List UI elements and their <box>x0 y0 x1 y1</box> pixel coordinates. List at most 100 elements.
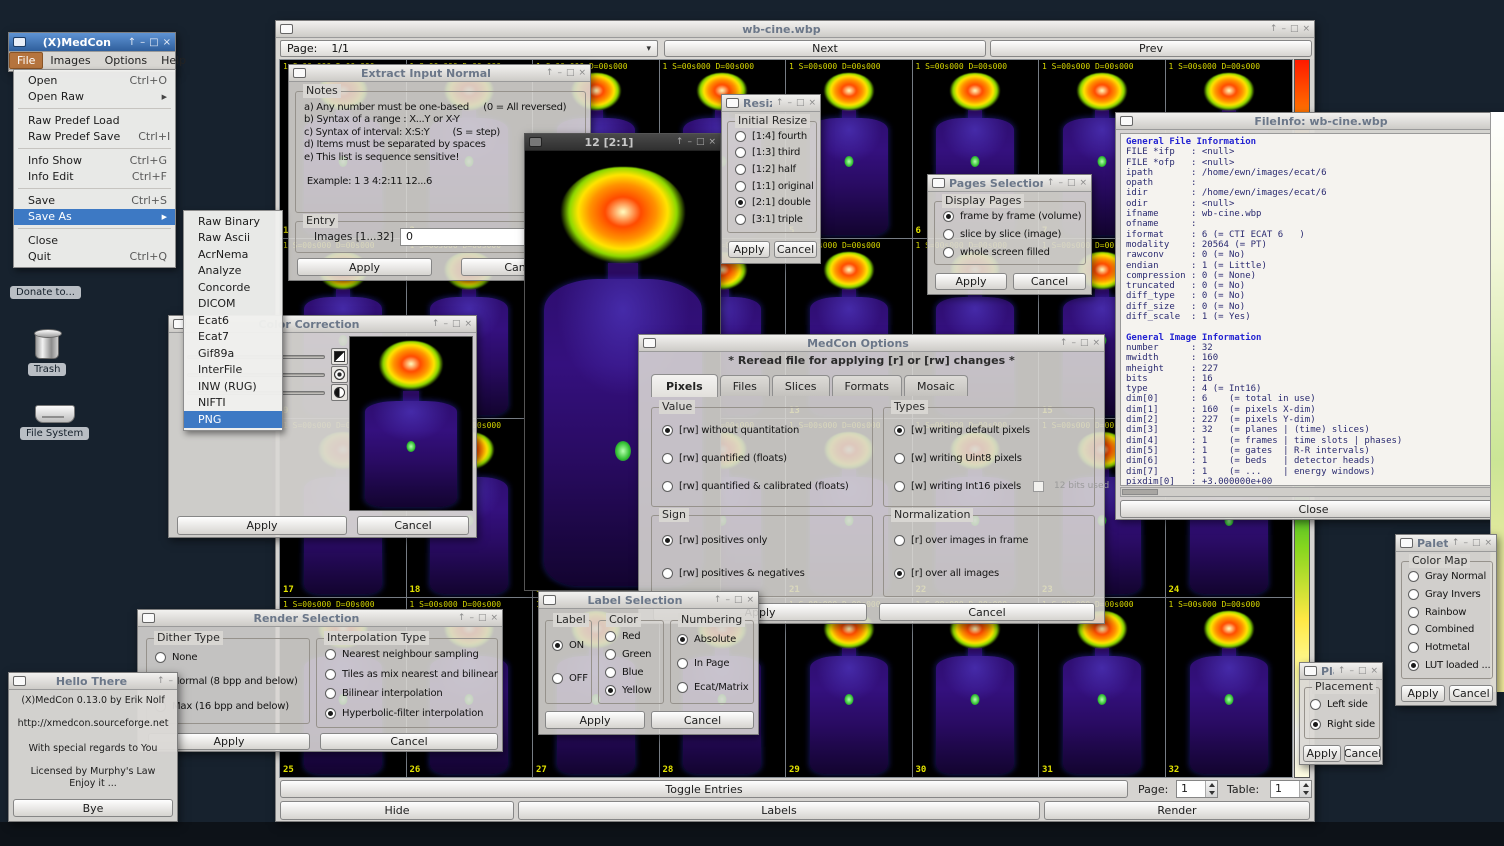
tab-formats[interactable]: Formats <box>832 375 903 396</box>
grid-cell-29[interactable]: 1 S=00s000 D=00s00029 <box>786 598 913 777</box>
close-icon[interactable]: × <box>1092 338 1100 348</box>
hello-titlebar[interactable]: Hello There ↑– <box>9 673 177 690</box>
radio-dot-icon[interactable] <box>662 568 673 579</box>
contrast-icon-button[interactable] <box>331 384 348 401</box>
radio-dot-icon[interactable] <box>552 640 563 651</box>
menu-item-png[interactable]: PNG <box>184 411 282 428</box>
maximize-icon[interactable]: □ <box>149 37 158 48</box>
pages-titlebar[interactable]: Pages Selection ↑–□× <box>928 175 1091 192</box>
radio-bilinear-interpolation[interactable]: Bilinear interpolation <box>325 688 496 699</box>
radio-dot-icon[interactable] <box>325 688 336 699</box>
radio-dot-icon[interactable] <box>677 658 688 669</box>
label-selection-titlebar[interactable]: Label Selection ↑–□× <box>539 592 758 609</box>
next-button[interactable]: Next <box>664 40 986 57</box>
radio-r-over-all-images[interactable]: [r] over all images <box>894 568 1090 579</box>
brightness-icon-button[interactable] <box>331 366 348 383</box>
radio-dot-icon[interactable] <box>325 649 336 660</box>
radio-dot-icon[interactable] <box>662 535 673 546</box>
radio-w-writing-int16-pixels[interactable]: [w] writing Int16 pixels12 bits used <box>894 481 1092 492</box>
radio-dot-icon[interactable] <box>894 535 905 546</box>
grid-cell-30[interactable]: 1 S=00s000 D=00s00030 <box>913 598 1040 777</box>
bye-button[interactable]: Bye <box>13 799 173 817</box>
page-spinner[interactable]: 1 <box>1176 780 1218 798</box>
radio-dot-icon[interactable] <box>1408 589 1419 600</box>
radio-dot-icon[interactable] <box>325 669 336 680</box>
close-icon[interactable]: × <box>708 137 716 147</box>
radio-dot-icon[interactable] <box>605 649 616 660</box>
prev-button[interactable]: Prev <box>990 40 1312 57</box>
radio-dot-icon[interactable] <box>943 229 954 240</box>
table-spinner-value[interactable]: 1 <box>1271 781 1299 797</box>
maximize-icon[interactable]: □ <box>1290 24 1299 34</box>
radio-dot-icon[interactable] <box>552 673 563 684</box>
radio-1-4-fourth[interactable]: [1:4] fourth <box>735 131 813 142</box>
radio-dot-icon[interactable] <box>735 164 746 175</box>
radio-yellow[interactable]: Yellow <box>605 685 661 696</box>
menu-item-raw-binary[interactable]: Raw Binary <box>184 213 282 230</box>
menu-item-acrnema[interactable]: AcrNema <box>184 246 282 263</box>
horizontal-scrollbar[interactable] <box>1120 487 1504 497</box>
window-buttons[interactable]: ↑–□× <box>432 319 472 329</box>
menu-item-raw-predef-load[interactable]: Raw Predef Load <box>14 112 175 129</box>
scrollbar-thumb[interactable] <box>1122 489 1158 495</box>
radio-3-1-triple[interactable]: [3:1] triple <box>735 214 813 225</box>
apply-button[interactable]: Apply <box>545 711 645 729</box>
close-icon[interactable]: × <box>163 37 171 48</box>
extract-titlebar[interactable]: Extract Input Normal ↑–□× <box>289 65 590 82</box>
window-buttons[interactable]: ↑–□× <box>546 68 586 78</box>
palette-titlebar[interactable]: Palette ↑–□× <box>1396 535 1496 552</box>
grid-cell-32[interactable]: 1 S=00s000 D=00s00032 <box>1166 598 1293 777</box>
apply-button[interactable]: Apply <box>177 516 347 535</box>
desktop-icon-filesystem[interactable]: File System <box>20 405 89 440</box>
radio-lut-loaded[interactable]: LUT loaded ... <box>1408 660 1491 671</box>
menu-item-open[interactable]: OpenCtrl+O <box>14 72 175 89</box>
menu-item-ecat6[interactable]: Ecat6 <box>184 312 282 329</box>
close-icon[interactable]: × <box>1484 538 1492 548</box>
close-icon[interactable]: × <box>1370 666 1378 676</box>
minimize-icon[interactable]: – <box>140 37 145 48</box>
checkbox-12-bits-used[interactable] <box>1033 481 1044 492</box>
radio-dot-icon[interactable] <box>662 453 673 464</box>
menu-item-analyze[interactable]: Analyze <box>184 263 282 280</box>
tab-files[interactable]: Files <box>720 375 770 396</box>
radio-on[interactable]: ON <box>552 640 589 651</box>
close-icon[interactable]: × <box>464 319 472 329</box>
menu-item-dicom[interactable]: DICOM <box>184 296 282 313</box>
radio-1-1-original[interactable]: [1:1] original <box>735 181 813 192</box>
radio-none[interactable]: None <box>155 652 307 663</box>
menubar-item-images[interactable]: Images <box>43 53 97 68</box>
single-image-titlebar[interactable]: 12 [2:1] ↑–□× <box>525 134 720 151</box>
fileinfo-titlebar[interactable]: FileInfo: wb-cine.wbp <box>1116 113 1504 130</box>
menubar-item-help[interactable]: Help <box>154 53 193 68</box>
medcon-titlebar[interactable]: (X)MedCon ↑–□× <box>9 33 175 52</box>
desktop-icon-label[interactable]: File System <box>20 427 89 440</box>
menubar-item-options[interactable]: Options <box>98 53 154 68</box>
tab-slices[interactable]: Slices <box>772 375 830 396</box>
radio-dot-icon[interactable] <box>735 197 746 208</box>
radio-dot-icon[interactable] <box>1408 624 1419 635</box>
menu-item-quit[interactable]: QuitCtrl+Q <box>14 249 175 266</box>
radio-hyperbolic-filter-interpolation[interactable]: Hyperbolic-filter interpolation <box>325 708 496 719</box>
window-buttons[interactable]: ↑–□× <box>128 37 171 48</box>
radio-slice-by-slice-image[interactable]: slice by slice (image) <box>943 229 1083 240</box>
tab-pixels[interactable]: Pixels <box>651 374 718 397</box>
radio-dot-icon[interactable] <box>605 685 616 696</box>
viewer-titlebar[interactable]: wb-cine.wbp ↑–□× <box>276 21 1314 38</box>
window-buttons[interactable]: ↑–□× <box>676 137 716 147</box>
cancel-button[interactable]: Cancel <box>1013 273 1086 290</box>
radio-dot-icon[interactable] <box>605 667 616 678</box>
cancel-button[interactable]: Cancel <box>1344 745 1381 762</box>
radio-gray-invers[interactable]: Gray Invers <box>1408 589 1491 600</box>
menu-item-save[interactable]: SaveCtrl+S <box>14 192 175 209</box>
menu-item-open-raw[interactable]: Open Raw▶ <box>14 89 175 106</box>
radio-dot-icon[interactable] <box>894 568 905 579</box>
radio-rw-positives-only[interactable]: [rw] positives only <box>662 535 868 546</box>
menu-item-info-edit[interactable]: Info EditCtrl+F <box>14 169 175 186</box>
close-icon[interactable]: × <box>808 98 816 108</box>
radio-dot-icon[interactable] <box>735 147 746 158</box>
radio-left-side[interactable]: Left side <box>1310 699 1378 710</box>
minimize-icon[interactable]: – <box>1281 24 1286 34</box>
radio-dot-icon[interactable] <box>325 708 336 719</box>
window-buttons[interactable]: ↑–□× <box>714 595 754 605</box>
radio-off[interactable]: OFF <box>552 673 589 684</box>
